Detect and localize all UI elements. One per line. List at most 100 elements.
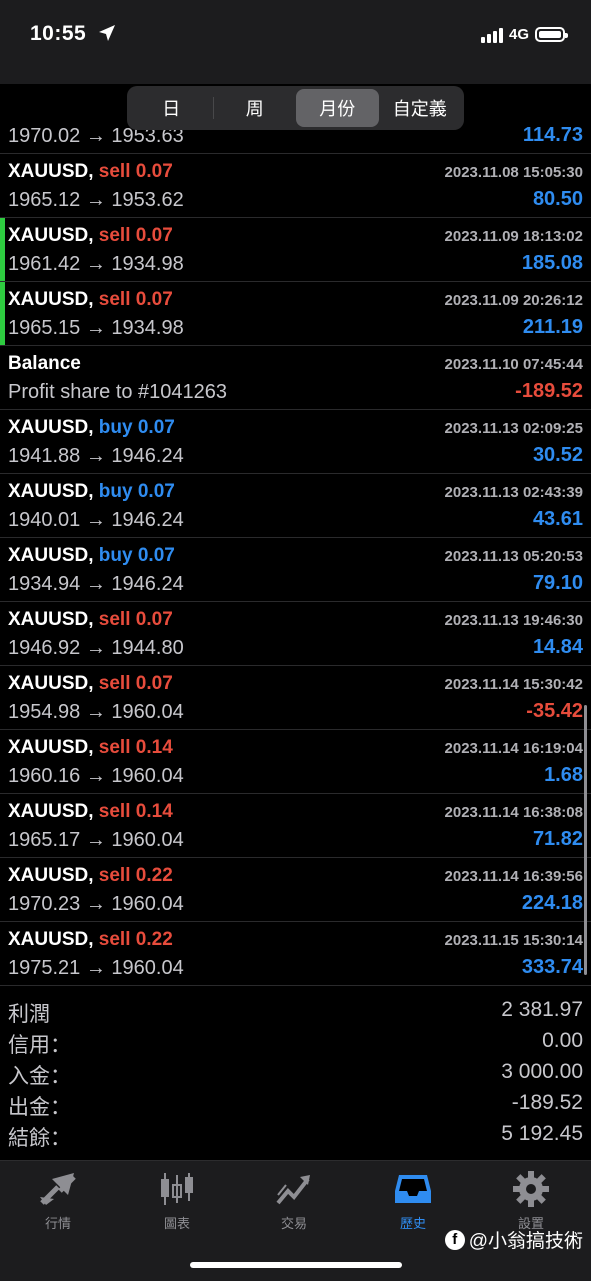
deal-profit: 80.50 [532, 188, 583, 210]
period-segmented-control: 日 周 月份 自定義 [127, 86, 464, 130]
tab-settings[interactable]: 設置 [491, 1171, 571, 1232]
deal-prices: 1970.23 → 1960.04 [8, 893, 184, 915]
deal-time: 2023.11.09 20:26:12 [444, 292, 583, 309]
period-tab-day[interactable]: 日 [130, 89, 213, 127]
deals-list[interactable]: 1970.02 → 1953.63 114.73 XAUUSD, sell 0.… [0, 118, 591, 986]
deal-profit: -35.42 [526, 700, 583, 722]
status-bar: 10:55 4G [0, 0, 591, 84]
deal-symbol: XAUUSD, [8, 289, 94, 310]
deal-title: XAUUSD, buy 0.07 [8, 545, 175, 567]
quotes-arrows-icon [40, 1173, 76, 1205]
deal-time: 2023.11.14 16:38:08 [444, 804, 583, 821]
deal-prices: 1965.15 → 1934.98 [8, 317, 184, 339]
deal-volume: 0.22 [135, 929, 173, 950]
highlight-bar [0, 282, 5, 345]
deal-row[interactable]: XAUUSD, sell 0.07 2023.11.13 19:46:30 1946… [0, 602, 591, 666]
deal-volume: 0.14 [135, 737, 173, 758]
deal-side: sell [98, 609, 131, 630]
tab-chart[interactable]: 圖表 [137, 1171, 217, 1232]
deal-prices: Profit share to #1041263 [8, 381, 228, 403]
deal-profit: 43.61 [532, 508, 583, 530]
deal-profit: 14.84 [532, 636, 583, 658]
deal-profit: -189.52 [515, 380, 583, 402]
deal-symbol: XAUUSD, [8, 225, 94, 246]
home-indicator[interactable] [190, 1262, 402, 1268]
deal-time: 2023.11.09 18:13:02 [444, 228, 583, 245]
deal-volume: 0.07 [137, 417, 175, 438]
deal-time: 2023.11.08 15:05:30 [444, 164, 583, 181]
deal-row[interactable]: XAUUSD, sell 0.07 2023.11.14 15:30:42 1954… [0, 666, 591, 730]
deal-side: sell [98, 225, 131, 246]
deal-profit: 224.18 [521, 892, 583, 914]
candlestick-chart-icon [161, 1173, 193, 1205]
deal-title: XAUUSD, sell 0.22 [8, 929, 173, 951]
deal-prices: 1960.16 → 1960.04 [8, 765, 184, 787]
battery-icon [535, 27, 568, 42]
deal-profit: 185.08 [521, 252, 583, 274]
deal-title: XAUUSD, buy 0.07 [8, 417, 175, 439]
account-summary: 利潤 2 381.97 信用： 0.00 入金： 3 000.00 出金： -1… [0, 996, 591, 1151]
deal-time: 2023.11.13 02:09:25 [444, 420, 583, 437]
summary-deposit: 入金： 3 000.00 [8, 1060, 583, 1088]
deal-row[interactable]: XAUUSD, buy 0.07 2023.11.13 05:20:53 1934.… [0, 538, 591, 602]
deal-prices: 1975.21 → 1960.04 [8, 957, 184, 979]
deal-prices: 1946.92 → 1944.80 [8, 637, 184, 659]
deal-symbol: XAUUSD, [8, 737, 94, 758]
deal-row[interactable]: XAUUSD, sell 0.22 2023.11.15 15:30:14 1975… [0, 922, 591, 986]
summary-profit: 利潤 2 381.97 [8, 998, 583, 1026]
deal-time: 2023.11.14 15:30:42 [444, 676, 583, 693]
deal-side: sell [98, 801, 131, 822]
period-tab-custom[interactable]: 自定義 [379, 89, 462, 127]
tab-trade[interactable]: 交易 [254, 1171, 334, 1232]
location-arrow-icon [99, 25, 115, 41]
deal-symbol: XAUUSD, [8, 417, 94, 438]
deal-time: 2023.11.14 16:39:56 [444, 868, 583, 885]
tab-history[interactable]: 歷史 [373, 1171, 453, 1232]
deal-title: XAUUSD, sell 0.07 [8, 161, 173, 183]
scroll-indicator[interactable] [584, 705, 587, 975]
deal-row[interactable]: XAUUSD, sell 0.22 2023.11.14 16:39:56 1970… [0, 858, 591, 922]
deal-title: XAUUSD, sell 0.07 [8, 673, 173, 695]
deal-symbol: XAUUSD, [8, 609, 94, 630]
summary-withdrawal: 出金： -189.52 [8, 1091, 583, 1119]
deal-row[interactable]: XAUUSD, buy 0.07 2023.11.13 02:09:25 1941.… [0, 410, 591, 474]
deal-title: XAUUSD, sell 0.07 [8, 289, 173, 311]
deal-time: 2023.11.13 02:43:39 [444, 484, 583, 501]
deal-prices: 1954.98 → 1960.04 [8, 701, 184, 723]
deal-row[interactable]: XAUUSD, sell 0.07 2023.11.08 15:05:30 1965… [0, 154, 591, 218]
deal-prices: 1965.17 → 1960.04 [8, 829, 184, 851]
deal-time: 2023.11.15 15:30:14 [444, 932, 583, 949]
deal-side: buy [98, 417, 133, 438]
deal-side: buy [98, 545, 133, 566]
deal-volume: 0.22 [135, 865, 173, 886]
watermark: f @小翁搞技術 [444, 1226, 583, 1253]
deal-symbol: XAUUSD, [8, 865, 94, 886]
deal-row[interactable]: XAUUSD, sell 0.07 2023.11.09 20:26:12 1965… [0, 282, 591, 346]
deal-row[interactable]: XAUUSD, buy 0.07 2023.11.13 02:43:39 1940.… [0, 474, 591, 538]
signal-icon [480, 27, 503, 43]
deal-volume: 0.07 [135, 161, 173, 182]
period-tab-month[interactable]: 月份 [296, 89, 379, 127]
deal-row[interactable]: Balance 2023.11.10 07:45:44 Profit share t… [0, 346, 591, 410]
summary-credit: 信用： 0.00 [8, 1029, 583, 1057]
deal-volume: 0.07 [137, 545, 175, 566]
deal-title: XAUUSD, sell 0.07 [8, 225, 173, 247]
deal-time: 2023.11.13 19:46:30 [444, 612, 583, 629]
network-type: 4G [508, 26, 529, 43]
deal-side: sell [98, 929, 131, 950]
deal-prices: 1940.01 → 1946.24 [8, 509, 184, 531]
deal-profit: 71.82 [532, 828, 583, 850]
deal-side: sell [98, 865, 131, 886]
deal-row[interactable]: XAUUSD, sell 0.14 2023.11.14 16:38:08 1965… [0, 794, 591, 858]
deal-row[interactable]: XAUUSD, sell 0.07 2023.11.09 18:13:02 1961… [0, 218, 591, 282]
deal-time: 2023.11.10 07:45:44 [444, 356, 583, 373]
gear-icon [513, 1171, 549, 1207]
deal-row[interactable]: XAUUSD, sell 0.14 2023.11.14 16:19:04 1960… [0, 730, 591, 794]
history-inbox-icon [395, 1175, 431, 1203]
tab-quotes[interactable]: 行情 [18, 1171, 98, 1232]
period-tab-week[interactable]: 周 [214, 89, 297, 127]
deal-symbol: XAUUSD, [8, 161, 94, 182]
deal-title: XAUUSD, buy 0.07 [8, 481, 175, 503]
status-indicators: 4G [480, 26, 568, 43]
facebook-icon: f [444, 1229, 465, 1250]
